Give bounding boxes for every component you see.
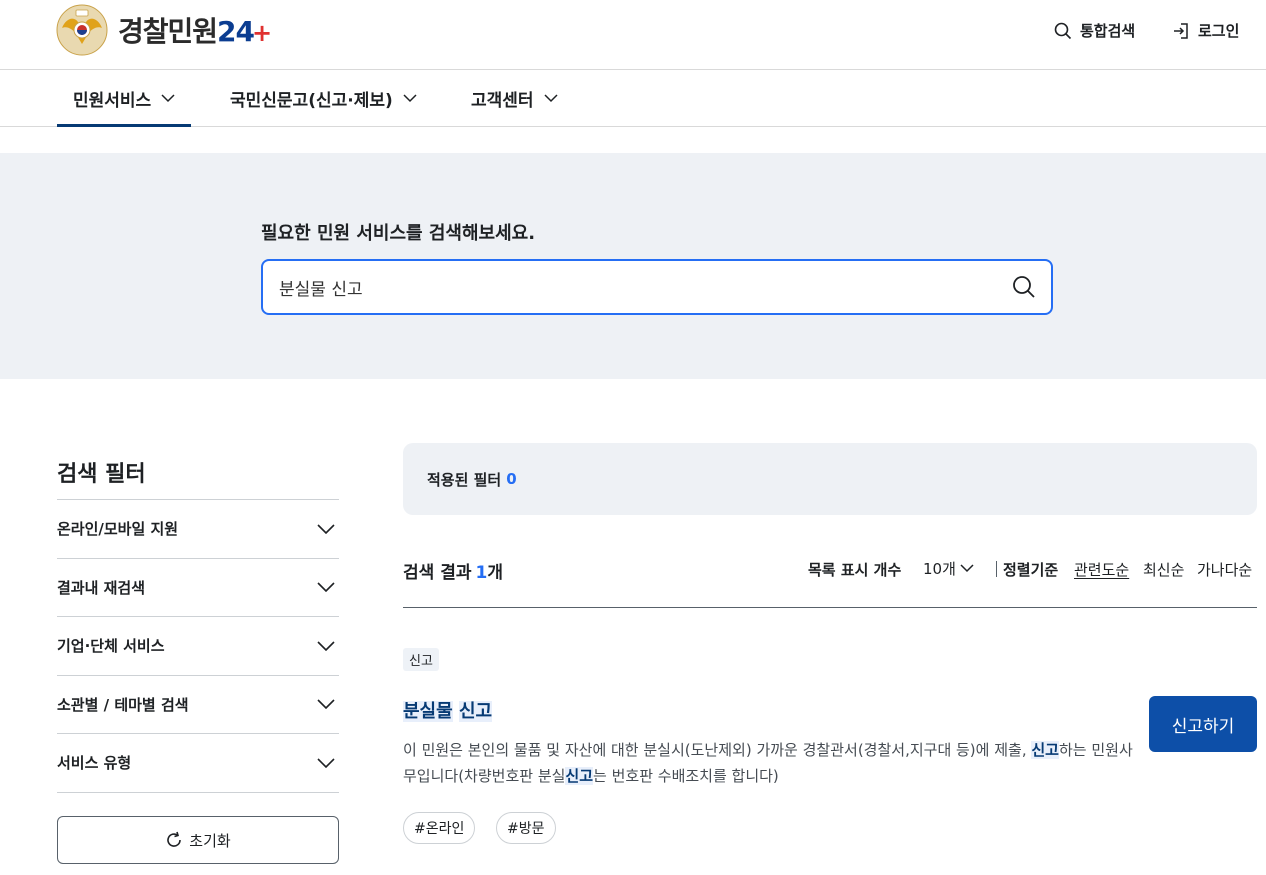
result-count: 검색 결과 1개 [403, 558, 503, 583]
filter-list: 온라인/모바일 지원 결과내 재검색 기업·단체 서비스 소관별 / 테마별 검… [57, 499, 339, 793]
list-size-label: 목록 표시 개수 [808, 561, 902, 579]
tag-online[interactable]: #온라인 [403, 812, 476, 844]
search-hero: 필요한 민원 서비스를 검색해보세요. [0, 153, 1266, 379]
refresh-icon [167, 831, 182, 847]
result-count-unit: 개 [487, 563, 503, 583]
applied-filter-label: 적용된 필터 [427, 470, 502, 489]
police-emblem-icon [56, 4, 108, 56]
filter-business-services[interactable]: 기업·단체 서비스 [57, 617, 339, 676]
sort-label: 정렬기준 [1003, 561, 1059, 579]
nav-label: 고객센터 [471, 90, 534, 111]
nav-civil-services[interactable]: 민원서비스 [56, 70, 192, 127]
logo-wordmark: 경찰민원24+ [118, 10, 272, 50]
filter-label: 서비스 유형 [57, 754, 132, 773]
sort-latest[interactable]: 최신순 [1143, 559, 1184, 580]
chevron-down-icon [317, 582, 335, 593]
applied-filter-panel: 적용된 필터 0 [403, 443, 1257, 515]
login-link[interactable]: 로그인 [1172, 20, 1239, 41]
search-icon [1054, 22, 1072, 39]
filter-search-within[interactable]: 결과내 재검색 [57, 559, 339, 617]
nav-label: 민원서비스 [73, 90, 152, 111]
search-box [261, 259, 1053, 315]
filter-service-type[interactable]: 서비스 유형 [57, 734, 339, 793]
result-count-number: 1 [475, 563, 488, 583]
filter-title: 검색 필터 [57, 462, 146, 487]
chevron-down-icon [161, 93, 175, 102]
applied-filter-count: 0 [506, 470, 517, 488]
desc-text: 이 민원은 본인의 물품 및 자산에 대한 분실시(도난제외) 가까운 경찰관서… [403, 741, 1032, 759]
sort-relevance[interactable]: 관련도순 [1074, 559, 1129, 580]
category-badge: 신고 [403, 648, 439, 671]
filter-label: 결과내 재검색 [57, 578, 146, 597]
chevron-down-icon [317, 524, 335, 534]
sort-alphabetical[interactable]: 가나다순 [1197, 559, 1252, 580]
chevron-down-icon [317, 641, 335, 651]
reset-label: 초기화 [189, 831, 231, 850]
tag-visit[interactable]: #방문 [496, 812, 556, 844]
list-size-select[interactable]: 10개 [923, 558, 974, 579]
integrated-search-label: 통합검색 [1080, 22, 1136, 40]
integrated-search-link[interactable]: 통합검색 [1054, 20, 1135, 41]
filter-label: 온라인/모바일 지원 [57, 520, 179, 539]
chevron-down-icon [317, 758, 335, 768]
login-label: 로그인 [1198, 22, 1240, 40]
nav-national-petition[interactable]: 국민신문고(신고·제보) [230, 70, 417, 126]
main-navigation: 민원서비스 국민신문고(신고·제보) 고객센터 [0, 70, 1266, 127]
result-toolbar: 검색 결과 1개 목록 표시 개수 10개 정렬기준 관련도순 최신순 가나다순 [403, 548, 1257, 608]
result-description: 이 민원은 본인의 물품 및 자산에 대한 분실시(도난제외) 가까운 경찰관서… [403, 737, 1133, 789]
filter-label: 소관별 / 테마별 검색 [57, 695, 189, 714]
filter-label: 기업·단체 서비스 [57, 637, 165, 656]
login-icon [1174, 22, 1188, 39]
filter-by-department-theme[interactable]: 소관별 / 테마별 검색 [57, 676, 339, 734]
filter-online-mobile[interactable]: 온라인/모바일 지원 [57, 500, 339, 559]
chevron-down-icon [317, 699, 335, 710]
nav-label: 국민신문고(신고·제보) [230, 90, 393, 111]
reset-filter-button[interactable]: 초기화 [57, 816, 339, 864]
result-title-part: 분실물 [403, 701, 453, 722]
nav-customer-center[interactable]: 고객센터 [471, 70, 558, 126]
logo-plus: + [252, 19, 272, 47]
search-icon[interactable] [1011, 274, 1037, 300]
list-size-value: 10개 [923, 560, 956, 578]
chevron-down-icon [403, 93, 417, 102]
site-header: 경찰민원24+ 통합검색 로그인 [0, 0, 1266, 70]
toolbar-divider [996, 561, 997, 577]
result-count-label: 검색 결과 [403, 563, 472, 583]
search-hero-title: 필요한 민원 서비스를 검색해보세요. [261, 223, 536, 244]
search-input[interactable] [279, 261, 999, 313]
chevron-down-icon [960, 564, 974, 573]
result-title-part: 신고 [458, 701, 493, 722]
chevron-down-icon [544, 93, 558, 102]
site-logo[interactable]: 경찰민원24+ [56, 4, 272, 56]
desc-keyword: 신고 [1031, 741, 1059, 759]
desc-text: 는 번호판 수배조치를 합니다) [593, 767, 779, 785]
logo-text: 경찰민원 [118, 15, 218, 48]
report-button[interactable]: 신고하기 [1149, 696, 1257, 752]
logo-number: 24 [217, 15, 255, 48]
result-title-link[interactable]: 분실물 신고 [403, 697, 493, 723]
desc-keyword: 신고 [565, 767, 594, 785]
